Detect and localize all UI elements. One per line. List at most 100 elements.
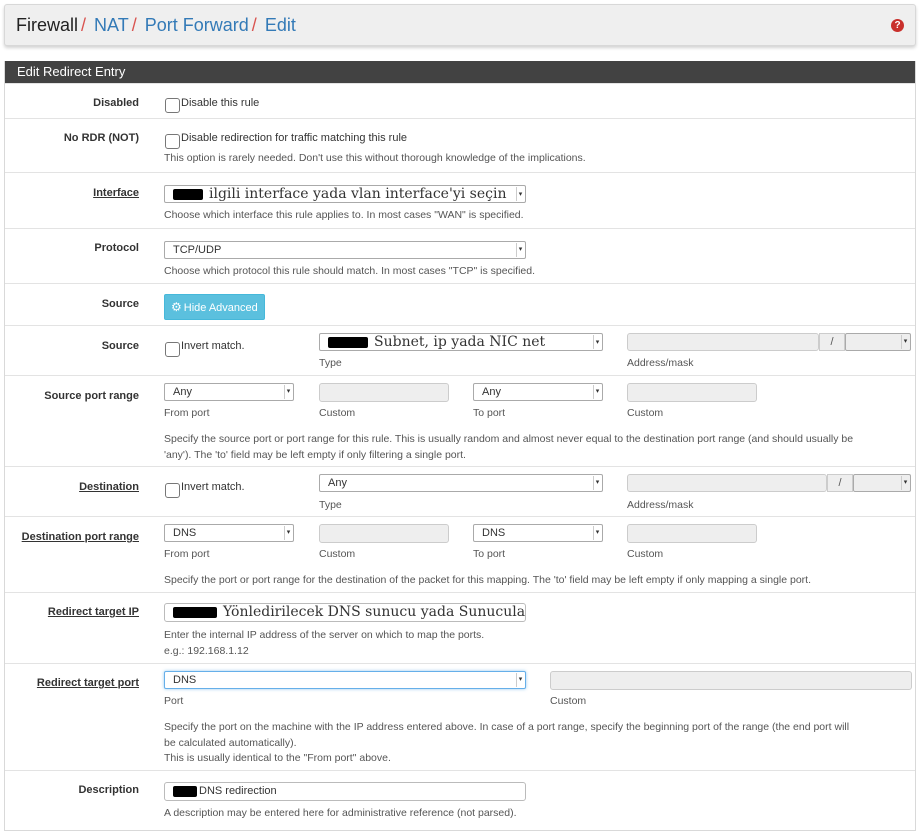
chevron-down-icon: ▾ [901,476,909,490]
disabled-checkbox-text: Disable this rule [181,97,260,109]
redirect-port-caption: Port [164,695,184,707]
dest-port-help: Specify the port or port range for the d… [164,574,812,586]
source-to-custom-input[interactable] [627,383,757,402]
source-mask-separator: / [819,333,845,351]
redirect-port-select[interactable]: DNS ▾ [164,671,526,689]
destination-invert-checkbox[interactable] [165,483,180,498]
chevron-down-icon: ▾ [284,385,292,399]
redirect-port-help-line2: be calculated automatically). [164,737,297,749]
description-input[interactable]: DNS redirection [164,782,526,801]
source-to-port-select[interactable]: Any ▾ [473,383,603,401]
destination-type-select[interactable]: Any ▾ [319,474,603,492]
redirect-ip-row: Redirect target IP Yönledirilecek DNS su… [5,592,915,663]
source-type-select[interactable]: Subnet, ip yada NIC net ▾ [319,333,603,351]
source-mask-select[interactable]: ▾ [845,333,911,351]
breadcrumb-bar: Firewall / NAT / Port Forward / Edit ? [4,4,916,46]
destination-invert-text: Invert match. [181,481,245,493]
source-advanced-label: Source [101,298,139,310]
source-port-row: Source port range Any ▾ From port Custom… [5,375,915,466]
protocol-select-value: TCP/UDP [173,244,222,256]
interface-help: Choose which interface this rule applies… [164,209,524,221]
source-invert-checkbox[interactable] [165,342,180,357]
destination-address-input[interactable] [627,474,827,492]
chevron-down-icon: ▾ [593,385,601,399]
dest-from-port-caption: From port [164,548,210,560]
source-type-value: Subnet, ip yada NIC net [374,334,546,350]
nordr-checkbox[interactable] [165,134,180,149]
chevron-down-icon: ▾ [901,335,909,349]
redirect-port-custom-caption: Custom [550,695,587,707]
destination-address-caption: Address/mask [627,499,694,511]
destination-mask-select[interactable]: ▾ [853,474,911,492]
breadcrumb-nat-link[interactable]: NAT [94,15,129,35]
nordr-checkbox-text: Disable redirection for traffic matching… [181,132,408,144]
redirect-port-row: Redirect target port DNS ▾ Port Custom S… [5,663,915,770]
source-address-input[interactable] [627,333,819,351]
dest-port-label: Destination port range [21,531,139,543]
protocol-label: Protocol [94,242,139,254]
redirect-port-help-line1: Specify the port on the machine with the… [164,721,850,733]
source-port-help-line2: 'any'). The 'to' field may be left empty… [164,449,466,461]
dest-from-port-select[interactable]: DNS ▾ [164,524,294,542]
destination-row: Destination Invert match. Any ▾ Type / ▾… [5,466,915,516]
disabled-row: Disabled Disable this rule [5,83,915,118]
interface-select-value: ilgili interface yada vlan interface'yi … [209,186,507,202]
nordr-row: No RDR (NOT) Disable redirection for tra… [5,118,915,172]
breadcrumb: Firewall / NAT / Port Forward / Edit [16,15,296,35]
redirect-ip-label: Redirect target IP [47,606,139,618]
breadcrumb-edit-link[interactable]: Edit [265,15,296,35]
disabled-checkbox[interactable] [165,98,180,113]
chevron-down-icon: ▾ [593,526,601,540]
source-port-help-line1: Specify the source port or port range fo… [164,433,854,445]
redacted-block [328,336,368,348]
dest-to-port-caption: To port [473,548,506,560]
hide-advanced-button[interactable]: ⚙ Hide Advanced [164,294,265,320]
dest-to-custom-input[interactable] [627,524,757,543]
nordr-label: No RDR (NOT) [63,132,139,144]
chevron-down-icon: ▾ [516,673,524,687]
breadcrumb-separator: / [251,15,257,35]
breadcrumb-firewall: Firewall [16,15,79,35]
redirect-port-custom-input[interactable] [550,671,912,690]
description-row: Description DNS redirection A descriptio… [5,770,915,831]
redirect-port-label: Redirect target port [36,677,139,689]
dest-to-custom-caption: Custom [627,548,664,560]
dest-from-port-value: DNS [173,527,197,539]
dest-to-port-select[interactable]: DNS ▾ [473,524,603,542]
hide-advanced-label: Hide Advanced [183,302,258,314]
source-port-label: Source port range [44,390,139,402]
source-type-caption: Type [319,357,342,369]
protocol-select[interactable]: TCP/UDP ▾ [164,241,526,259]
panel-title: Edit Redirect Entry [5,61,915,83]
description-label: Description [78,784,139,796]
source-invert-text: Invert match. [181,340,245,352]
protocol-row: Protocol TCP/UDP ▾ Choose which protocol… [5,228,915,283]
redirect-port-help-line3: This is usually identical to the "From p… [164,752,391,764]
disabled-label: Disabled [93,97,139,109]
chevron-down-icon: ▾ [593,335,601,349]
redirect-ip-input[interactable]: Yönledirilecek DNS sunucu yada Sunucular… [164,603,526,622]
source-from-custom-caption: Custom [319,407,356,419]
dest-port-row: Destination port range DNS ▾ From port C… [5,516,915,592]
source-address-caption: Address/mask [627,357,694,369]
breadcrumb-separator: / [131,15,137,35]
redacted-block [173,188,203,200]
source-from-port-select[interactable]: Any ▾ [164,383,294,401]
chevron-down-icon: ▾ [516,243,524,257]
nordr-help: This option is rarely needed. Don't use … [164,152,586,164]
redirect-ip-help-line2: e.g.: 192.168.1.12 [164,645,249,657]
source-to-port-caption: To port [473,407,506,419]
dest-from-custom-caption: Custom [319,548,356,560]
help-icon[interactable]: ? [891,19,904,32]
source-from-custom-input[interactable] [319,383,449,402]
destination-type-caption: Type [319,499,342,511]
chevron-down-icon: ▾ [516,187,524,201]
protocol-help: Choose which protocol this rule should m… [164,265,536,277]
chevron-down-icon: ▾ [284,526,292,540]
redirect-ip-value: Yönledirilecek DNS sunucu yada Sunucular… [223,604,526,620]
description-help: A description may be entered here for ad… [164,807,517,819]
dest-from-custom-input[interactable] [319,524,449,543]
interface-select[interactable]: ilgili interface yada vlan interface'yi … [164,185,526,203]
redacted-block [173,606,217,618]
breadcrumb-port-forward-link[interactable]: Port Forward [145,15,249,35]
